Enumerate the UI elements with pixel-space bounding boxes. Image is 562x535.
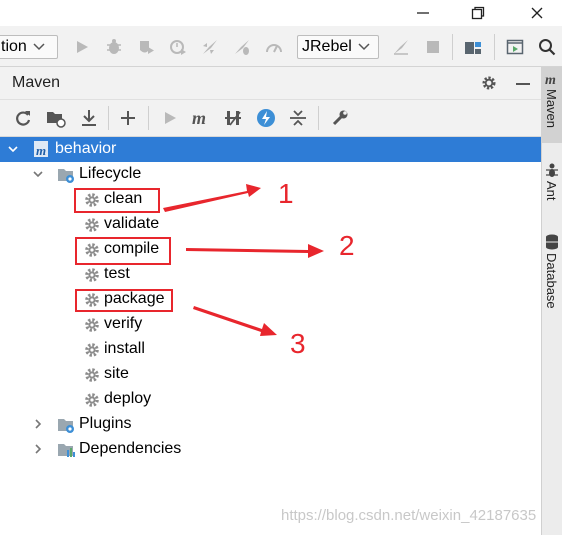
annotation-label-1: 1	[278, 178, 294, 209]
annotation-label-3: 3	[290, 328, 306, 359]
annotation-arrows	[163, 184, 324, 336]
watermark-text: https://blog.csdn.net/weixin_42187635	[281, 507, 537, 524]
annotation-arrow-3	[193, 306, 277, 336]
annotation-label-2: 2	[339, 230, 355, 261]
annotation-arrow-2	[186, 244, 324, 258]
annotation-arrow-1	[163, 184, 261, 212]
